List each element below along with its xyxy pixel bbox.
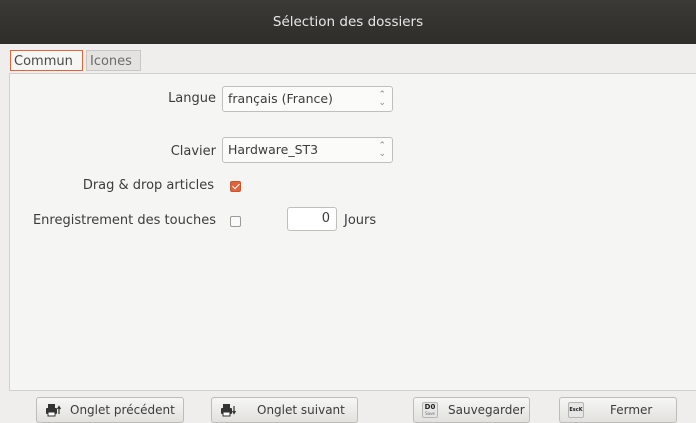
jours-unit-label: Jours	[344, 213, 377, 228]
previous-tab-label: Onglet précédent	[70, 403, 175, 417]
next-tab-button[interactable]: Onglet suivant	[211, 397, 358, 423]
save-key-label: D0	[424, 403, 436, 411]
printer-up-icon	[46, 404, 61, 417]
clavier-value: Hardware_ST3	[228, 142, 319, 157]
spin-arrows-icon: ⌃ ⌄	[378, 90, 386, 108]
clavier-select[interactable]: Hardware_ST3 ⌃ ⌄	[222, 137, 393, 163]
save-button[interactable]: D0 Save Sauvegarder	[413, 397, 530, 423]
key-esc-icon: EscK	[568, 402, 584, 418]
window-title: Sélection des dossiers	[0, 0, 696, 44]
langue-select[interactable]: français (France) ⌃ ⌄	[222, 86, 393, 112]
langue-value: français (France)	[228, 91, 333, 106]
spin-arrows-icon: ⌃ ⌄	[378, 141, 386, 159]
enregistrement-label: Enregistrement des touches	[32, 213, 216, 228]
save-key-sub: Save	[425, 411, 435, 416]
tab-icones[interactable]: Icones	[86, 50, 141, 71]
close-label: Fermer	[610, 403, 653, 417]
previous-tab-button[interactable]: Onglet précédent	[36, 397, 184, 423]
langue-label: Langue	[168, 91, 216, 106]
tab-panel-commun	[9, 73, 696, 391]
printer-down-icon	[221, 404, 236, 417]
drag-drop-checkbox[interactable]	[230, 181, 241, 192]
tab-commun[interactable]: Commun	[10, 50, 83, 71]
key-d0-icon: D0 Save	[422, 402, 438, 418]
drag-drop-label: Drag & drop articles	[82, 178, 214, 193]
enregistrement-checkbox[interactable]	[230, 216, 241, 227]
clavier-label: Clavier	[170, 144, 216, 159]
jours-input[interactable]: 0	[287, 207, 337, 231]
close-key-label: EscK	[569, 407, 583, 413]
save-label: Sauvegarder	[448, 403, 525, 417]
next-tab-label: Onglet suivant	[257, 403, 345, 417]
close-button[interactable]: EscK Fermer	[559, 397, 677, 423]
